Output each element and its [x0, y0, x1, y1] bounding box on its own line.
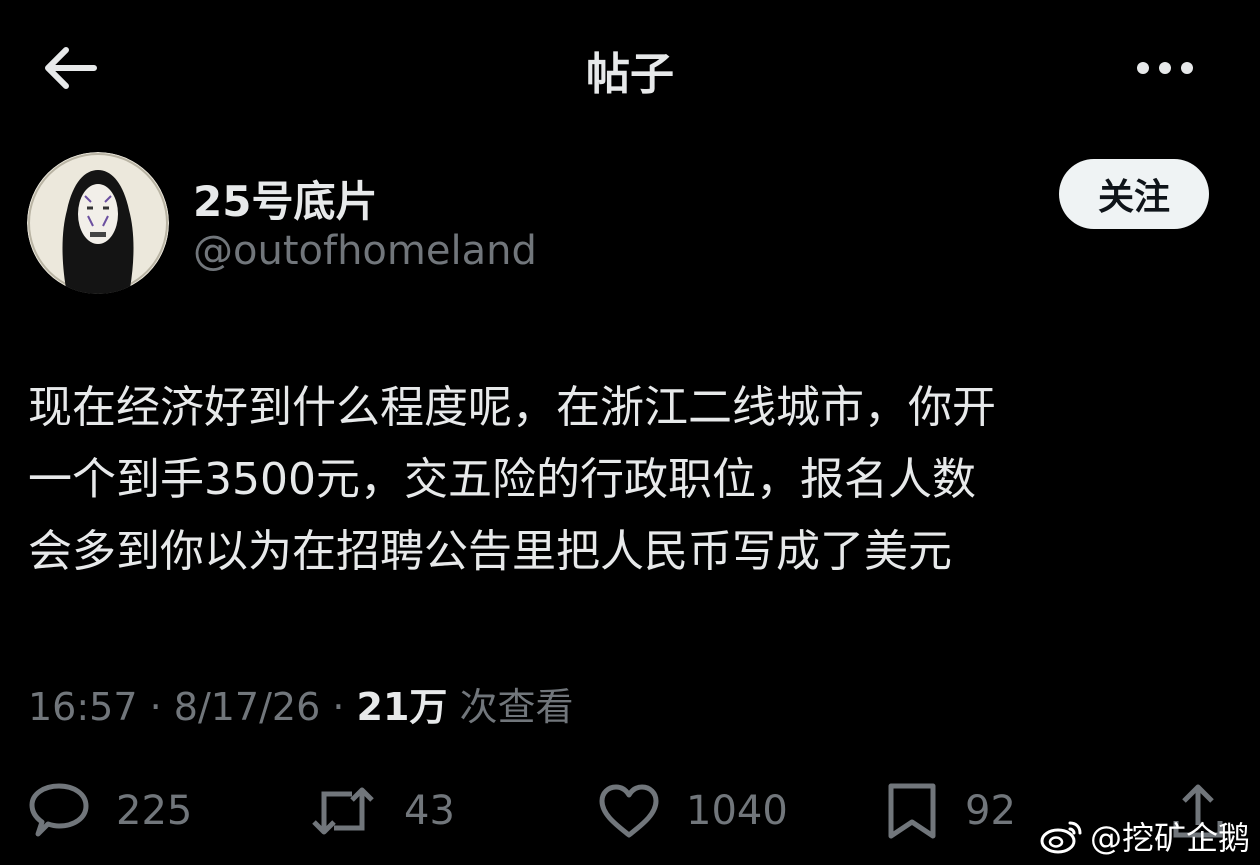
retweet-button[interactable]: 43: [308, 780, 455, 842]
views-count[interactable]: 21万: [357, 685, 448, 729]
arrow-left-icon: [45, 47, 97, 89]
bookmark-icon: [888, 783, 936, 839]
reply-button[interactable]: 225: [28, 780, 192, 842]
more-options-button[interactable]: [1130, 40, 1200, 96]
weibo-logo-icon: [1040, 821, 1082, 854]
like-button[interactable]: 1040: [598, 780, 788, 842]
meta-separator: ·: [137, 685, 174, 729]
heart-icon: [599, 784, 659, 838]
retweet-icon: [312, 787, 374, 835]
bookmark-count: 92: [965, 788, 1016, 834]
post-text-line: 现在经济好到什么程度呢，在浙江二线城市，你开: [28, 382, 996, 433]
author-display-name[interactable]: 25号底片: [193, 168, 377, 229]
views-label: 次查看: [447, 685, 574, 729]
watermark-text: @挖矿企鹅: [1090, 819, 1251, 857]
retweet-count: 43: [404, 788, 455, 834]
follow-button[interactable]: 关注: [1059, 159, 1209, 229]
reply-count: 225: [116, 788, 193, 834]
post-time: 16:57: [28, 685, 138, 729]
post-date: 8/17/26: [173, 685, 321, 729]
meta-separator: ·: [320, 685, 357, 729]
post-text-line: 会多到你以为在招聘公告里把人民币写成了美元: [28, 526, 952, 577]
post-text: 现在经济好到什么程度呢，在浙江二线城市，你开 一个到手3500元，交五险的行政职…: [28, 372, 1238, 588]
more-horizontal-icon: [1137, 62, 1193, 74]
bookmark-button[interactable]: 92: [885, 780, 1016, 842]
reply-icon: [29, 783, 89, 837]
top-bar: 帖子: [0, 0, 1260, 135]
author-avatar[interactable]: [27, 152, 169, 294]
no-face-avatar-icon: [27, 152, 169, 294]
back-button[interactable]: [40, 40, 100, 96]
author-handle[interactable]: @outofhomeland: [193, 228, 537, 274]
watermark: @挖矿企鹅: [1040, 812, 1250, 860]
page-title: 帖子: [586, 49, 674, 100]
like-count: 1040: [686, 788, 788, 834]
post-meta: 16:57 · 8/17/26 · 21万 次查看: [28, 676, 574, 731]
post-text-line: 一个到手3500元，交五险的行政职位，报名人数: [28, 454, 976, 505]
